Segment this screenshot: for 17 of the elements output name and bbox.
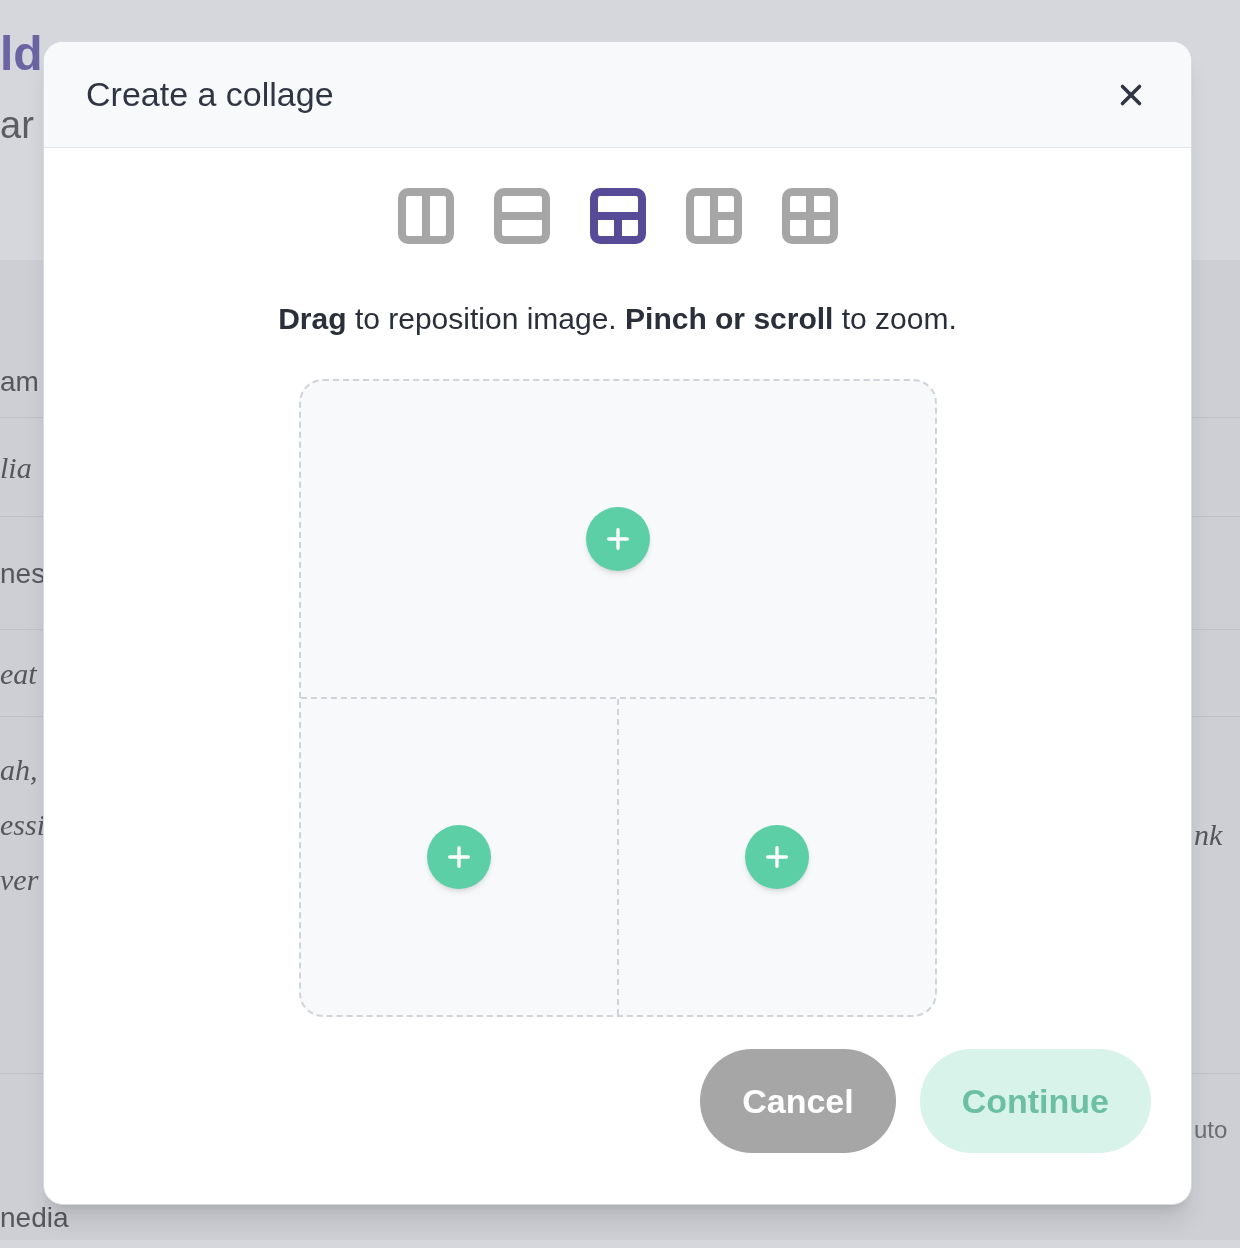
add-image-button[interactable] [744,825,809,889]
row-label: am [0,365,39,399]
row-label: uto [1194,1115,1229,1145]
row-label: nes [0,556,46,591]
instructions-text: Drag to reposition image. Pinch or scroll to zoom. [278,301,957,337]
cancel-button[interactable]: Cancel [700,1049,896,1153]
handwritten-text: ah, essi ver [0,752,42,898]
add-image-button[interactable] [426,825,491,889]
page-subtitle: ar [0,106,35,144]
dialog-title: Create a collage [86,74,334,115]
row-label: nedia [0,1201,69,1235]
add-image-button[interactable] [585,507,650,571]
handwritten-text: nk [1194,817,1224,853]
handwritten-text: eat [0,655,38,692]
handwritten-text: lia [0,449,33,486]
layout-option[interactable] [589,188,646,244]
page-title: ld [0,30,42,78]
